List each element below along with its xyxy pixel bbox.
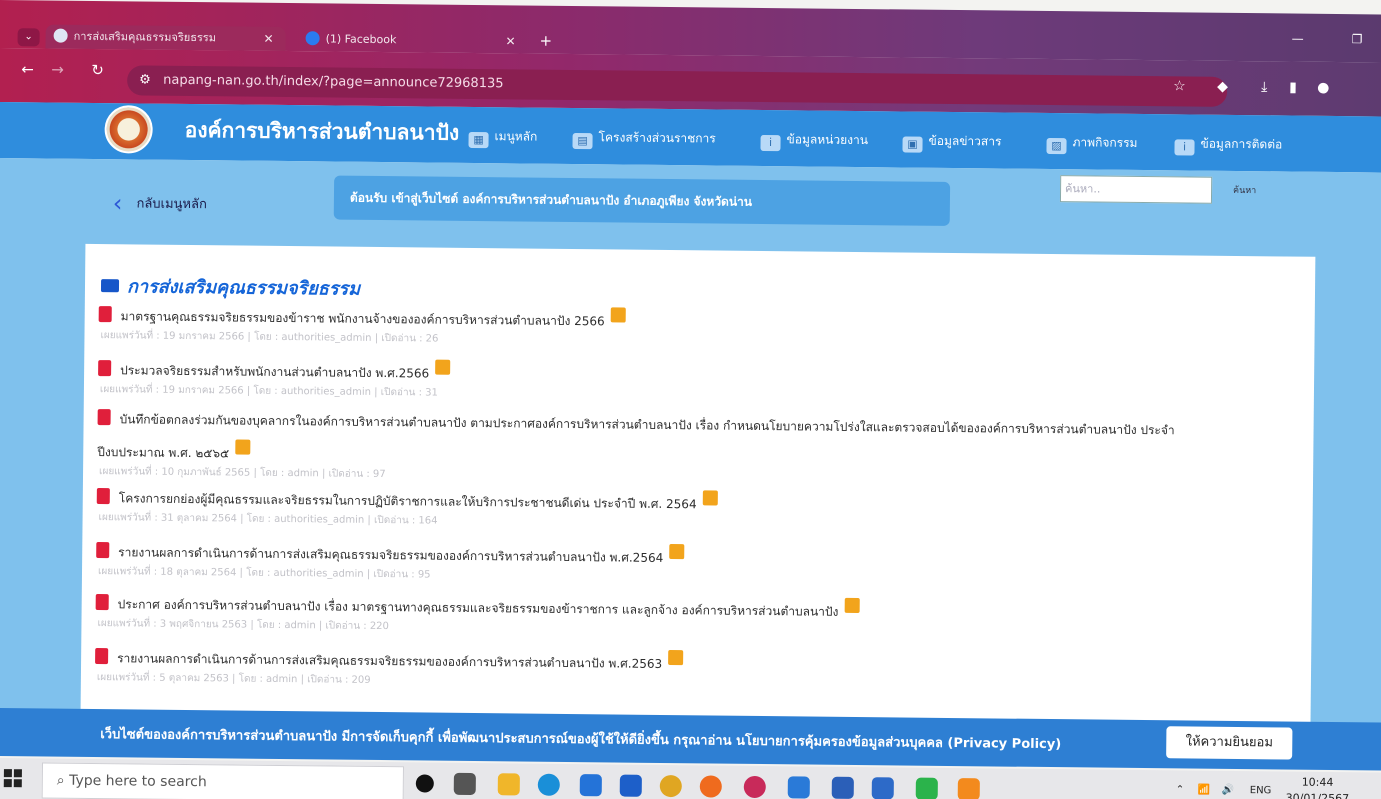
new-tab-button[interactable]: + [540, 32, 553, 50]
grid-icon: ▦ [468, 131, 489, 149]
back-arrow-icon[interactable]: ← [21, 60, 34, 78]
search-button[interactable]: ค้นหา [1233, 183, 1256, 197]
word-icon[interactable] [831, 776, 854, 799]
stats-icon[interactable] [702, 490, 718, 506]
site-favicon-icon [53, 28, 68, 43]
edge-icon[interactable] [537, 773, 560, 796]
minimize-icon[interactable]: — [1292, 32, 1304, 46]
list-item: ประกาศ องค์การบริหารส่วนตำบลนาปัง เรื่อง… [95, 590, 1285, 643]
download-icon[interactable]: ⤓ [1261, 79, 1267, 95]
menu-main[interactable]: ▦ เมนูหลัก [468, 127, 537, 149]
contact-info-icon: i [1174, 139, 1195, 156]
menu-activities[interactable]: ▨ ภาพกิจกรรม [1046, 133, 1138, 155]
tab-title: (1) Facebook [325, 32, 397, 47]
folder-icon [100, 279, 120, 293]
sidepanel-icon[interactable]: ▮ [1289, 80, 1297, 96]
windows-start-icon[interactable] [3, 769, 22, 788]
item-title-link[interactable]: รายงานผลการดำเนินการด้านการส่งเสริมคุณธร… [117, 651, 662, 671]
language-indicator[interactable]: ENG [1250, 785, 1272, 796]
item-title-link[interactable]: รายงานผลการดำเนินการด้านการส่งเสริมคุณธร… [118, 545, 663, 565]
chrome-icon[interactable] [659, 774, 682, 798]
network-icon[interactable]: 📶 [1198, 785, 1211, 796]
stats-icon[interactable] [610, 307, 626, 323]
photo-icon: ▨ [1046, 137, 1067, 155]
item-title-link[interactable]: ปีงบประมาณ พ.ศ. ๒๕๖๕ [97, 445, 229, 460]
line-icon[interactable] [915, 777, 938, 799]
consent-button[interactable]: ให้ความยินยอม [1166, 726, 1293, 760]
site-settings-icon[interactable]: ⚙ [139, 65, 151, 95]
pdf-document-icon [98, 306, 112, 323]
file-explorer-icon[interactable] [497, 773, 520, 796]
organization-logo[interactable] [104, 105, 153, 154]
structure-icon: ▤ [572, 133, 593, 150]
forward-arrow-icon[interactable]: → [51, 61, 64, 79]
store-icon[interactable] [579, 774, 602, 797]
item-title-link[interactable]: บันทึกข้อตกลงร่วมกันของบุคลากรในองค์การบ… [120, 412, 1175, 437]
welcome-marquee: ต้อนรับ เข้าสู่เว็บไซต์ องค์การบริหารส่ว… [333, 175, 951, 226]
pdf-document-icon [96, 542, 110, 559]
reload-icon[interactable]: ↻ [91, 61, 104, 79]
task-view-icon[interactable] [453, 772, 476, 796]
pdf-document-icon [98, 360, 112, 377]
close-tab-icon[interactable]: ✕ [263, 27, 273, 51]
internet-explorer-icon[interactable] [787, 776, 810, 799]
copilot-icon[interactable] [871, 777, 894, 799]
item-title-link[interactable]: ประกาศ องค์การบริหารส่วนตำบลนาปัง เรื่อง… [118, 597, 839, 619]
info-icon: i [760, 134, 781, 152]
tab-search-menu-icon[interactable]: ⌄ [17, 28, 40, 47]
item-title-link[interactable]: ประมวลจริยธรรมสำหรับพนักงานส่วนตำบลนาปัง… [120, 363, 429, 380]
screenshot-frame: ⌄ การส่งเสริมคุณธรรมจริยธรรม ✕ (1) Faceb… [0, 0, 1381, 799]
tray-chevron-icon[interactable]: ⌃ [1176, 784, 1185, 795]
restore-icon[interactable]: ❐ [1352, 32, 1363, 46]
clock[interactable]: 10:44 30/01/2567 [1286, 775, 1350, 799]
tab-title: การส่งเสริมคุณธรรมจริยธรรม [73, 29, 217, 45]
tab-facebook[interactable]: (1) Facebook ✕ [297, 27, 527, 53]
list-item: ประมวลจริยธรรมสำหรับพนักงานส่วนตำบลนาปัง… [98, 356, 1288, 409]
menu-contact[interactable]: i ข้อมูลการติดต่อ [1174, 134, 1282, 156]
item-title-link[interactable]: โครงการยกย่องผู้มีคุณธรรมและจริยธรรมในกา… [119, 491, 697, 511]
search-input[interactable]: ค้นหา.. [1059, 175, 1213, 204]
site-name[interactable]: องค์การบริหารส่วนตำบลนาปัง [184, 114, 460, 150]
mail-icon[interactable] [619, 774, 642, 797]
volume-icon[interactable]: 🔊 [1222, 785, 1235, 796]
pdf-document-icon [97, 409, 111, 426]
stats-icon[interactable] [668, 650, 684, 666]
facebook-icon [305, 31, 320, 46]
list-item: บันทึกข้อตกลงร่วมกันของบุคลากรในองค์การบ… [97, 408, 1288, 491]
menu-news[interactable]: ▣ ข้อมูลข่าวสาร [902, 131, 1002, 153]
firefox-icon[interactable] [699, 775, 722, 798]
stats-icon[interactable] [669, 544, 685, 560]
chrome-profile-icon[interactable] [743, 775, 766, 799]
pdf-document-icon [95, 648, 109, 665]
extensions-icon[interactable]: ◆ [1217, 79, 1228, 95]
cortana-icon[interactable] [415, 774, 434, 793]
back-to-main-menu[interactable]: ‹ กลับเมนูหลัก [113, 189, 207, 218]
pdf-document-icon [96, 488, 110, 505]
list-item: รายงานผลการดำเนินการด้านการส่งเสริมคุณธร… [95, 644, 1285, 697]
stats-icon[interactable] [435, 359, 451, 375]
menu-structure[interactable]: ▤ โครงสร้างส่วนราชการ [572, 128, 716, 150]
news-icon: ▣ [902, 136, 923, 153]
section-title: การส่งเสริมคุณธรรมจริยธรรม [100, 271, 360, 303]
content-card: การส่งเสริมคุณธรรมจริยธรรม มาตรฐานคุณธรร… [80, 243, 1316, 737]
search-icon: ⌕ [56, 772, 70, 789]
list-item: รายงานผลการดำเนินการด้านการส่งเสริมคุณธร… [96, 538, 1286, 591]
stats-icon[interactable] [235, 439, 251, 455]
url-text: napang-nan.go.th/index/?page=announce729… [163, 72, 504, 92]
menu-agency-info[interactable]: i ข้อมูลหน่วยงาน [760, 130, 868, 152]
pdf-document-icon [95, 594, 109, 611]
cookie-notice-text: เว็บไซต์ขององค์การบริหารส่วนตำบลนาปัง มี… [100, 727, 1062, 753]
profile-icon[interactable]: ● [1317, 80, 1329, 96]
bookmark-star-icon[interactable]: ☆ [1173, 78, 1186, 94]
stats-icon[interactable] [844, 597, 860, 614]
tab-active[interactable]: การส่งเสริมคุณธรรมจริยธรรม ✕ [45, 24, 286, 51]
list-item: มาตรฐานคุณธรรมจริยธรรมของข้าราช พนักงานจ… [98, 302, 1288, 355]
close-tab-icon[interactable]: ✕ [505, 29, 515, 53]
item-title-link[interactable]: มาตรฐานคุณธรรมจริยธรรมของข้าราช พนักงานจ… [121, 309, 605, 328]
browser-window: ⌄ การส่งเสริมคุณธรรมจริยธรรม ✕ (1) Faceb… [0, 0, 1381, 799]
list-item: โครงการยกย่องผู้มีคุณธรรมและจริยธรรมในกา… [96, 484, 1287, 537]
chevron-left-icon: ‹ [112, 189, 123, 218]
taskbar-search-input[interactable]: ⌕ Type here to search [41, 762, 404, 799]
paint-icon[interactable] [957, 778, 980, 799]
